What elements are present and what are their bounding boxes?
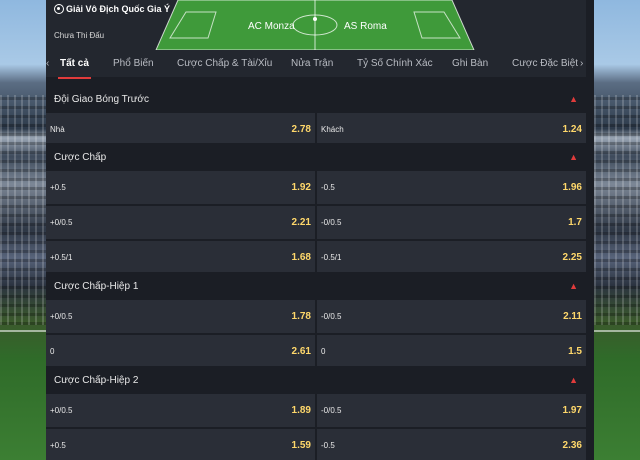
- home-team-name: AC Monza: [248, 21, 295, 32]
- selection-label: +0/0.5: [50, 218, 73, 227]
- tabs-scroll-left-icon[interactable]: ‹: [46, 58, 49, 69]
- odds-row: +0/0.5 1.78 -0/0.5 2.11: [46, 300, 586, 333]
- odds-value: 1.68: [291, 252, 311, 263]
- selection-label: -0.5/1: [321, 253, 342, 262]
- market-header[interactable]: Cược Chấp-Hiệp 2 ▲: [46, 366, 586, 394]
- odds-value: 1.24: [562, 124, 582, 135]
- tabs-scroll-right-icon[interactable]: ›: [580, 58, 583, 69]
- match-status: Chưa Thi Đấu: [54, 31, 105, 40]
- odds-row: 0 2.61 0 1.5: [46, 335, 586, 368]
- chevron-up-icon[interactable]: ▲: [569, 281, 578, 291]
- odds-cell-home[interactable]: +0/0.5 1.78: [46, 300, 315, 333]
- soccer-ball-icon: [54, 4, 64, 14]
- tab-handicap-over-under[interactable]: Cược Chấp & Tài/Xỉu: [177, 58, 272, 69]
- selection-label: -0.5: [321, 183, 335, 192]
- market-title: Cược Chấp: [54, 151, 107, 163]
- market-handicap-second-half: Cược Chấp-Hiệp 2 ▲ +0/0.5 1.89 -0/0.5 1.…: [46, 366, 586, 460]
- market-header[interactable]: Cược Chấp ▲: [46, 143, 586, 171]
- market-title: Đội Giao Bóng Trước: [54, 93, 149, 105]
- odds-cell-away[interactable]: -0/0.5 1.97: [317, 394, 586, 427]
- odds-row: +0.5 1.59 -0.5 2.36: [46, 429, 586, 460]
- odds-value: 1.78: [291, 311, 311, 322]
- selection-label: +0/0.5: [50, 406, 73, 415]
- odds-cell-home[interactable]: +0/0.5 1.89: [46, 394, 315, 427]
- market-tab-bar: ‹ Tất cả Phổ Biến Cược Chấp & Tài/Xỉu Nử…: [46, 50, 586, 79]
- market-header[interactable]: Cược Chấp-Hiệp 1 ▲: [46, 272, 586, 300]
- odds-cell-home[interactable]: +0.5 1.92: [46, 171, 315, 204]
- odds-value: 1.7: [568, 217, 582, 228]
- tab-half-time[interactable]: Nửa Trận: [291, 58, 333, 69]
- odds-value: 1.96: [562, 182, 582, 193]
- selection-label: +0.5/1: [50, 253, 73, 262]
- odds-value: 1.89: [291, 405, 311, 416]
- tab-popular[interactable]: Phổ Biến: [113, 58, 154, 69]
- match-header: Giải Vô Địch Quốc Gia Ý Chưa Thi Đấu AC …: [46, 0, 586, 50]
- pitch-graphic: [155, 0, 475, 50]
- tab-all[interactable]: Tất cả: [58, 58, 91, 79]
- selection-label: +0.5: [50, 441, 66, 450]
- odds-cell-away[interactable]: -0.5/1 2.25: [317, 241, 586, 274]
- tab-correct-score[interactable]: Tỷ Số Chính Xác: [357, 58, 433, 69]
- odds-value: 2.61: [291, 346, 311, 357]
- stadium-background-left: [0, 0, 46, 460]
- selection-label: -0/0.5: [321, 312, 342, 321]
- odds-value: 1.59: [291, 440, 311, 451]
- selection-label: -0/0.5: [321, 406, 342, 415]
- chevron-up-icon[interactable]: ▲: [569, 375, 578, 385]
- market-header[interactable]: Đội Giao Bóng Trước ▲: [46, 85, 586, 113]
- odds-row: +0/0.5 1.89 -0/0.5 1.97: [46, 394, 586, 427]
- odds-cell-away[interactable]: -0/0.5 2.11: [317, 300, 586, 333]
- odds-value: 1.97: [562, 405, 582, 416]
- odds-value: 2.36: [562, 440, 582, 451]
- odds-cell-home[interactable]: +0/0.5 2.21: [46, 206, 315, 239]
- odds-cell-home[interactable]: +0.5/1 1.68: [46, 241, 315, 274]
- stadium-background-right: [594, 0, 640, 460]
- match-odds-panel: Giải Vô Địch Quốc Gia Ý Chưa Thi Đấu AC …: [46, 0, 586, 460]
- odds-value: 1.92: [291, 182, 311, 193]
- odds-row: +0.5/1 1.68 -0.5/1 2.25: [46, 241, 586, 274]
- selection-label: -0.5: [321, 441, 335, 450]
- selection-label: +0/0.5: [50, 312, 73, 321]
- odds-row: Nhà 2.78 Khách 1.24: [46, 113, 586, 146]
- odds-value: 2.78: [291, 124, 311, 135]
- selection-label: 0: [321, 347, 326, 356]
- odds-row: +0/0.5 2.21 -0/0.5 1.7: [46, 206, 586, 239]
- odds-cell-home[interactable]: +0.5 1.59: [46, 429, 315, 460]
- selection-label: Nhà: [50, 125, 65, 134]
- market-handicap: Cược Chấp ▲ +0.5 1.92 -0.5 1.96 +0/0.5 2…: [46, 143, 586, 276]
- odds-cell-away[interactable]: 0 1.5: [317, 335, 586, 368]
- chevron-up-icon[interactable]: ▲: [569, 152, 578, 162]
- odds-cell-home[interactable]: 0 2.61: [46, 335, 315, 368]
- selection-label: -0/0.5: [321, 218, 342, 227]
- tab-special-bets[interactable]: Cược Đặc Biệt: [512, 58, 578, 69]
- selection-label: Khách: [321, 125, 344, 134]
- tab-goal-scorer[interactable]: Ghi Bàn: [452, 58, 488, 69]
- market-handicap-first-half: Cược Chấp-Hiệp 1 ▲ +0/0.5 1.78 -0/0.5 2.…: [46, 272, 586, 370]
- odds-row: +0.5 1.92 -0.5 1.96: [46, 171, 586, 204]
- odds-value: 2.25: [562, 252, 582, 263]
- market-title: Cược Chấp-Hiệp 2: [54, 374, 139, 386]
- odds-cell-away[interactable]: -0/0.5 1.7: [317, 206, 586, 239]
- odds-cell-away[interactable]: -0.5 1.96: [317, 171, 586, 204]
- chevron-up-icon[interactable]: ▲: [569, 94, 578, 104]
- away-team-name: AS Roma: [344, 21, 387, 32]
- market-kickoff: Đội Giao Bóng Trước ▲ Nhà 2.78 Khách 1.2…: [46, 85, 586, 148]
- odds-cell-away[interactable]: -0.5 2.36: [317, 429, 586, 460]
- selection-label: 0: [50, 347, 55, 356]
- market-title: Cược Chấp-Hiệp 1: [54, 280, 139, 292]
- odds-value: 2.21: [291, 217, 311, 228]
- odds-cell-home[interactable]: Nhà 2.78: [46, 113, 315, 146]
- selection-label: +0.5: [50, 183, 66, 192]
- league-label: Giải Vô Địch Quốc Gia Ý: [66, 4, 171, 14]
- odds-cell-away[interactable]: Khách 1.24: [317, 113, 586, 146]
- odds-value: 1.5: [568, 346, 582, 357]
- league-name: Giải Vô Địch Quốc Gia Ý: [54, 4, 170, 14]
- odds-value: 2.11: [563, 311, 582, 322]
